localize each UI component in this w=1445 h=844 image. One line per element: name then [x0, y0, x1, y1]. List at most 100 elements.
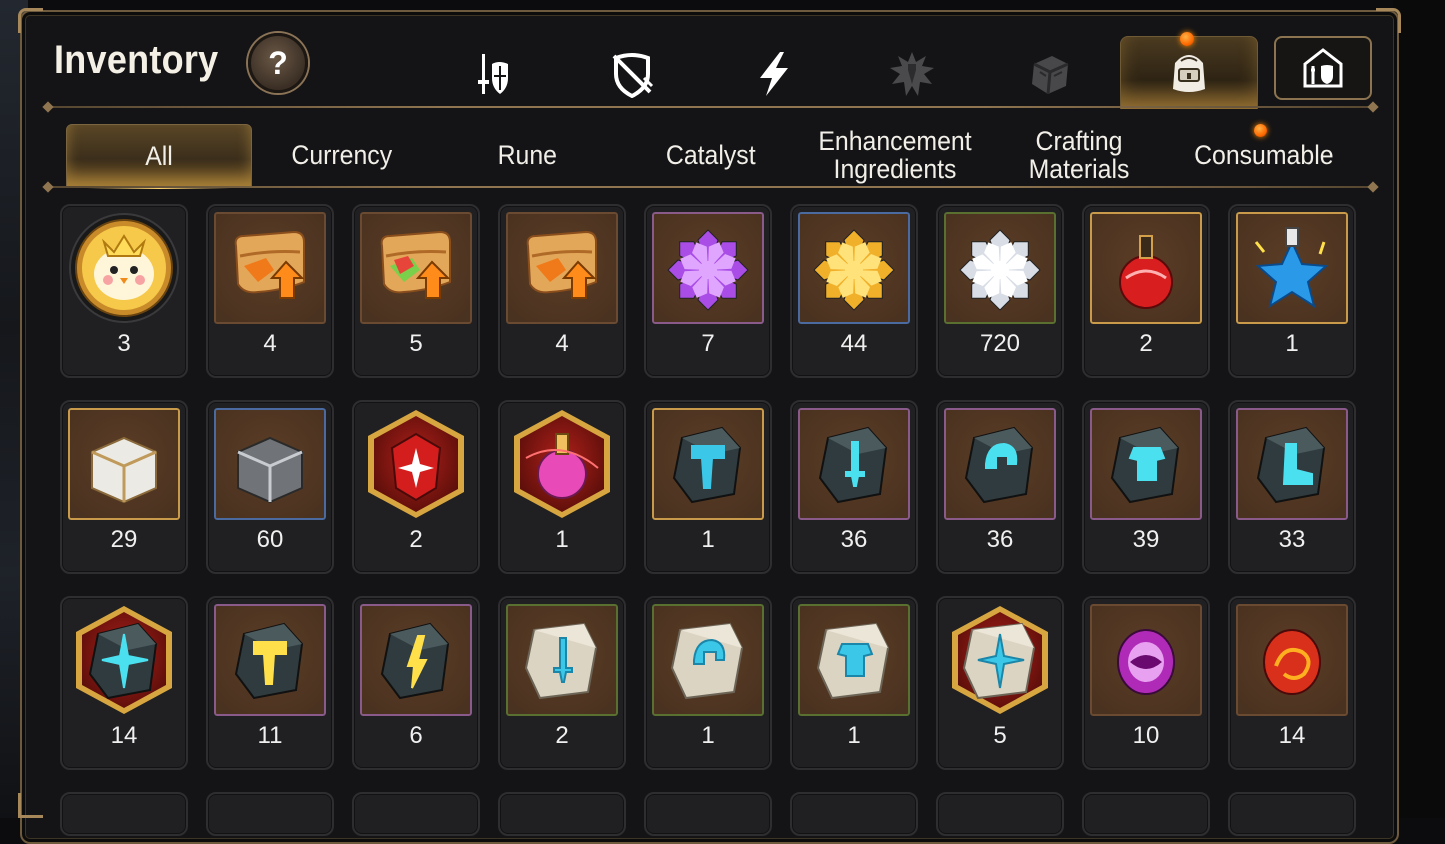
item-count: 60	[256, 526, 284, 553]
item-count: 1	[555, 526, 569, 553]
item-count: 1	[847, 722, 861, 749]
item-count: 4	[263, 330, 277, 357]
special-icon[interactable]	[882, 44, 942, 104]
inventory-slot[interactable]	[60, 792, 188, 836]
tab-rune[interactable]: Rune	[435, 124, 619, 186]
inventory-slot[interactable]: 14	[60, 596, 188, 770]
helmet-stone-tablet-icon	[652, 604, 764, 716]
storage-icon[interactable]	[1274, 36, 1372, 100]
red-swirl-orb-icon	[1236, 604, 1348, 716]
equipment-icon[interactable]	[464, 44, 524, 104]
tabs-divider	[42, 181, 1379, 193]
orange-scroll-upgrade-icon	[506, 212, 618, 324]
inventory-slot[interactable]	[1228, 792, 1356, 836]
inventory-slot[interactable]	[352, 792, 480, 836]
inventory-slot[interactable]	[1082, 792, 1210, 836]
inventory-slot[interactable]: 33	[1228, 400, 1356, 574]
inventory-slot[interactable]: 36	[936, 400, 1064, 574]
sword-rune-stone-icon	[798, 408, 910, 520]
page-title: Inventory	[54, 38, 219, 82]
item-count: 2	[409, 526, 423, 553]
inventory-slot[interactable]: 11	[206, 596, 334, 770]
inventory-slot[interactable]	[206, 792, 334, 836]
item-count: 2	[1139, 330, 1153, 357]
item-count: 4	[555, 330, 569, 357]
item-count: 6	[409, 722, 423, 749]
inventory-slot[interactable]: 14	[1228, 596, 1356, 770]
inventory-slot[interactable]: 60	[206, 400, 334, 574]
artifact-icon[interactable]	[602, 44, 662, 104]
item-count: 44	[840, 330, 868, 357]
rainbow-scroll-upgrade-icon	[360, 212, 472, 324]
inventory-slot[interactable]: 36	[790, 400, 918, 574]
tab-crafting-materials[interactable]: Crafting Materials	[987, 124, 1171, 186]
inventory-slot[interactable]: 6	[352, 596, 480, 770]
help-button[interactable]: ?	[248, 33, 308, 93]
hammer-stone-icon	[652, 408, 764, 520]
tab-enhancement-ingredients[interactable]: Enhancement Ingredients	[803, 124, 987, 186]
inventory-panel: Inventory ? All Currency Rune Catalyst E…	[18, 8, 1401, 844]
inventory-slot[interactable]: 5	[936, 596, 1064, 770]
orange-scroll-upgrade-icon	[214, 212, 326, 324]
tab-bar: All Currency Rune Catalyst Enhancement I…	[66, 124, 1366, 189]
backpack-icon[interactable]	[1120, 36, 1258, 109]
item-count: 36	[840, 526, 868, 553]
exclusive-box-icon[interactable]	[1020, 44, 1080, 104]
item-count: 36	[986, 526, 1014, 553]
item-count: 5	[409, 330, 423, 357]
inventory-slot[interactable]: 2	[1082, 204, 1210, 378]
bolt-rune-stone-icon	[360, 604, 472, 716]
chick-token-icon	[68, 212, 180, 324]
inventory-slot[interactable]: 3	[60, 204, 188, 378]
item-count: 39	[1132, 526, 1160, 553]
inventory-slot[interactable]: 5	[352, 204, 480, 378]
item-count: 1	[701, 722, 715, 749]
tab-catalyst[interactable]: Catalyst	[619, 124, 803, 186]
inventory-slot[interactable]: 720	[936, 204, 1064, 378]
inventory-slot[interactable]: 39	[1082, 400, 1210, 574]
silver-crystal-flower-icon	[944, 212, 1056, 324]
lightning-icon[interactable]	[744, 44, 804, 104]
inventory-slot[interactable]: 4	[206, 204, 334, 378]
sword-stone-tablet-icon	[506, 604, 618, 716]
inventory-slot[interactable]: 1	[790, 596, 918, 770]
gold-crystal-flower-icon	[798, 212, 910, 324]
blue-star-potion-icon	[1236, 212, 1348, 324]
tab-all[interactable]: All	[66, 124, 252, 189]
item-count: 11	[257, 722, 283, 749]
pink-potion-hexagon-icon	[506, 408, 618, 520]
inventory-slot[interactable]: 7	[644, 204, 772, 378]
inventory-slot[interactable]	[936, 792, 1064, 836]
item-count: 3	[117, 330, 131, 357]
purple-crystal-flower-icon	[652, 212, 764, 324]
inventory-slot[interactable]	[790, 792, 918, 836]
notification-dot	[1180, 32, 1194, 46]
red-gem-hexagon-icon	[360, 408, 472, 520]
inventory-slot[interactable]: 2	[498, 596, 626, 770]
corner-ornament	[18, 793, 43, 818]
inventory-slot[interactable]: 2	[352, 400, 480, 574]
inventory-slot[interactable]	[498, 792, 626, 836]
inventory-slot[interactable]	[644, 792, 772, 836]
item-count: 29	[110, 526, 138, 553]
inventory-slot[interactable]: 1	[498, 400, 626, 574]
help-icon: ?	[268, 44, 288, 81]
silver-chest-icon	[214, 408, 326, 520]
inventory-slot[interactable]: 4	[498, 204, 626, 378]
inventory-slot[interactable]: 10	[1082, 596, 1210, 770]
red-potion-icon	[1090, 212, 1202, 324]
hammer-rune-stone-icon	[214, 604, 326, 716]
cross-stone-tablet-hexagon-icon	[944, 604, 1056, 716]
inventory-slot[interactable]: 1	[644, 596, 772, 770]
item-count: 5	[993, 722, 1007, 749]
item-count: 7	[701, 330, 715, 357]
item-count: 14	[110, 722, 138, 749]
tab-currency[interactable]: Currency	[250, 124, 434, 186]
background-right	[1393, 0, 1445, 818]
corner-ornament	[18, 8, 43, 33]
inventory-slot[interactable]: 44	[790, 204, 918, 378]
inventory-slot[interactable]: 1	[1228, 204, 1356, 378]
item-count: 1	[1285, 330, 1299, 357]
inventory-slot[interactable]: 1	[644, 400, 772, 574]
inventory-slot[interactable]: 29	[60, 400, 188, 574]
